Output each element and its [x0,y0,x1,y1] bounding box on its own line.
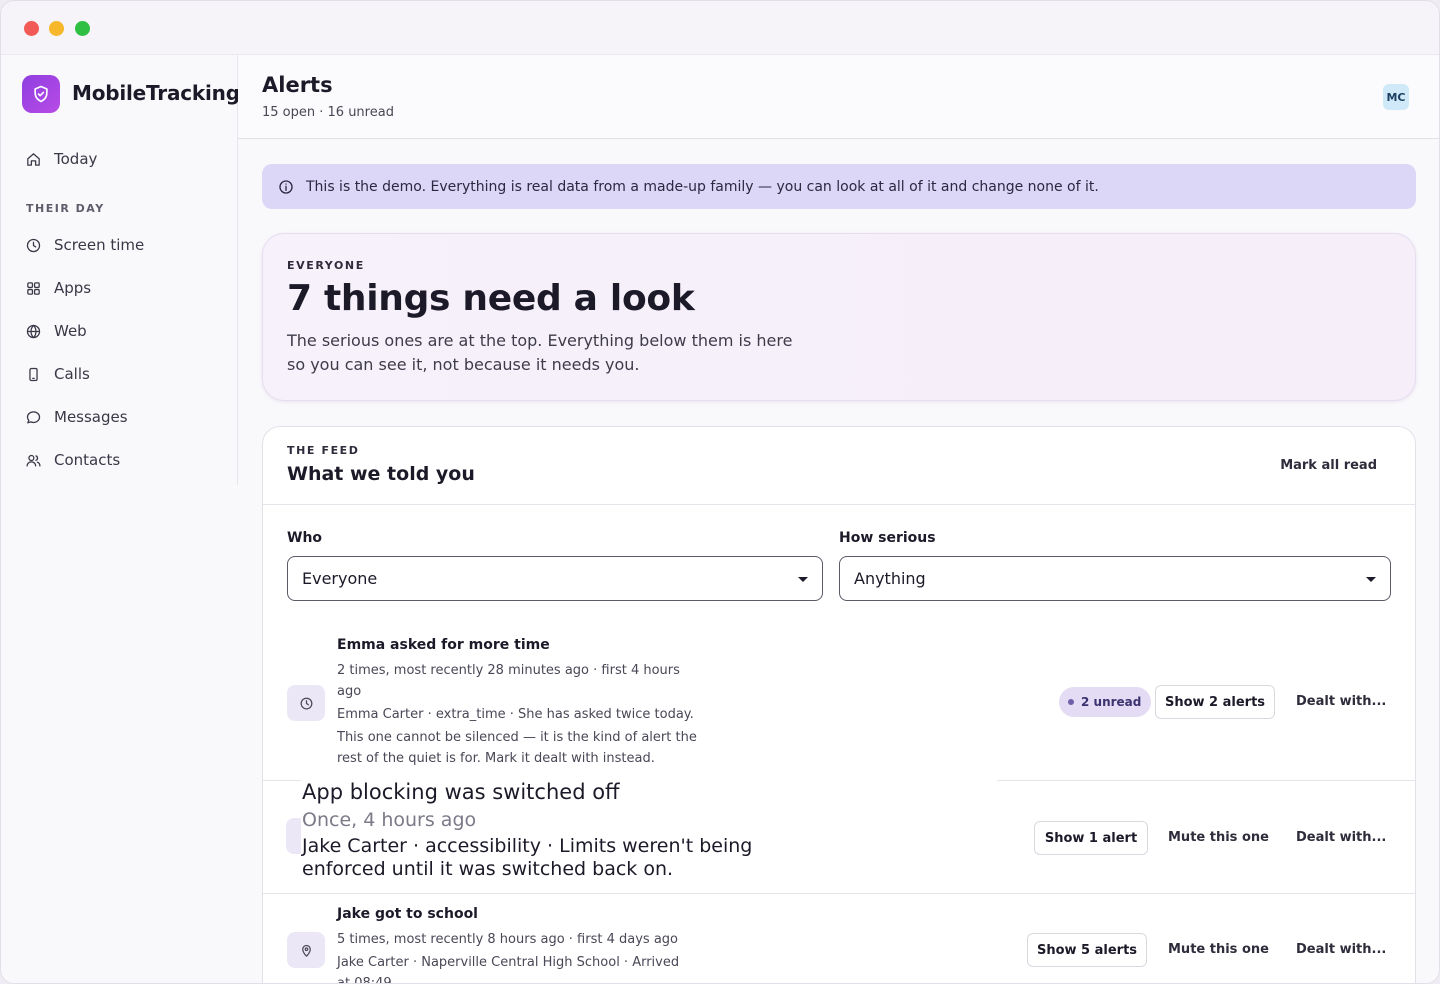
severity-filter-label: How serious [839,530,936,546]
alert-detail: at 08:49 [337,976,392,984]
dealt-with-button[interactable]: Dealt with... [1296,942,1386,957]
divider [263,504,1415,505]
who-select-value: Everyone [302,569,378,588]
severity-select[interactable]: Anything [839,556,1391,601]
show-alerts-button[interactable]: Show 5 alerts [1027,933,1147,967]
alert-title: App blocking was switched off [302,780,620,804]
avatar[interactable]: MC [1383,84,1409,110]
minimize-window-button[interactable] [49,21,64,36]
alert-meta: Once, 4 hours ago [302,809,477,831]
shield-off-icon [286,818,301,854]
grid-icon [27,281,40,295]
dealt-with-button[interactable]: Dealt with... [1296,830,1386,845]
zoom-window-button[interactable] [75,21,90,36]
chat-icon [26,410,41,423]
banner-text: This is the demo. Everything is real dat… [306,178,1099,195]
alert-note: rest of the quiet is for. Mark it dealt … [337,751,655,766]
page-header: Alerts 15 open · 16 unread MC [238,55,1439,139]
mute-button[interactable]: Mute this one [1168,942,1269,957]
mark-all-read-button[interactable]: Mark all read [1280,458,1377,473]
unread-badge-label: 2 unread [1081,695,1142,709]
sidebar-item-apps[interactable]: Apps [25,276,91,300]
sidebar-item-label: Messages [54,408,128,426]
summary-eyebrow: EVERYONE [287,259,365,272]
people-icon [26,454,41,466]
sidebar-item-label: Contacts [54,451,121,469]
alert-detail: Jake Carter · Naperville Central High Sc… [337,955,680,970]
alert-title: Emma asked for more time [337,637,550,653]
alert-detail: enforced until it was switched back on. [302,858,674,880]
shield-logo-icon [22,75,60,113]
globe-icon [26,324,41,338]
summary-body-line: so you can see it, not because it needs … [287,355,640,374]
sidebar-item-label: Calls [54,365,90,383]
mute-button[interactable]: Mute this one [1168,830,1269,845]
alert-detail: Emma Carter · extra_time · She has asked… [337,707,694,722]
feed-title: What we told you [287,463,475,485]
title-bar [1,1,1439,55]
page-subtitle: 15 open · 16 unread [262,105,394,120]
demo-banner: This is the demo. Everything is real dat… [262,164,1416,209]
alert-detail: Jake Carter · accessibility · Limits wer… [302,835,753,857]
feed-eyebrow: THE FEED [287,444,360,457]
dealt-with-button[interactable]: Dealt with... [1296,694,1386,709]
who-select[interactable]: Everyone [287,556,823,601]
alert-row-expanded-text: App blocking was switched off Once, 4 ho… [301,778,997,892]
sidebar-item-screen-time[interactable]: Screen time [25,233,144,257]
who-filter-label: Who [287,530,323,546]
clock-icon [26,238,41,252]
severity-select-value: Anything [854,569,926,588]
sidebar-item-messages[interactable]: Messages [25,405,128,429]
alert-feed: THE FEED What we told you Mark all read … [262,426,1416,984]
unread-badge: 2 unread [1059,687,1152,717]
unread-dot-icon [1068,699,1074,705]
sidebar-item-today[interactable]: Today [25,147,97,171]
summary-title: 7 things need a look [287,278,695,319]
sidebar-item-label: Today [54,150,98,168]
show-alerts-button[interactable]: Show 2 alerts [1155,685,1275,719]
sidebar-item-calls[interactable]: Calls [25,362,90,386]
clock-icon [287,685,325,721]
info-icon [279,179,293,194]
sidebar: MobileTracking Today THEIR DAY Screen ti… [1,55,240,485]
brand-name: MobileTracking [72,81,240,105]
page-title: Alerts [262,73,333,97]
sidebar-section-title: THEIR DAY [26,202,105,215]
sidebar-item-label: Web [54,322,87,340]
phone-icon [29,367,38,381]
divider [263,893,1415,894]
alert-note: This one cannot be silenced — it is the … [337,730,697,745]
app-window: MobileTracking Today THEIR DAY Screen ti… [0,0,1440,984]
chevron-down-icon [1366,577,1376,582]
show-alerts-button[interactable]: Show 1 alert [1034,821,1148,855]
alert-meta: ago [337,684,362,699]
chevron-down-icon [798,577,808,582]
sidebar-item-contacts[interactable]: Contacts [25,448,120,472]
sidebar-item-label: Screen time [54,236,145,254]
home-icon [27,152,40,166]
close-window-button[interactable] [24,21,39,36]
sidebar-item-label: Apps [54,279,92,297]
summary-body-line: The serious ones are at the top. Everyth… [287,331,793,350]
alert-title: Jake got to school [337,906,478,922]
sidebar-item-web[interactable]: Web [25,319,87,343]
summary-card: EVERYONE 7 things need a look The seriou… [262,233,1416,401]
alert-meta: 2 times, most recently 28 minutes ago · … [337,663,680,678]
summary-body: The serious ones are at the top. Everyth… [287,329,827,377]
alert-meta: 5 times, most recently 8 hours ago · fir… [337,932,678,947]
location-pin-icon [287,932,325,968]
